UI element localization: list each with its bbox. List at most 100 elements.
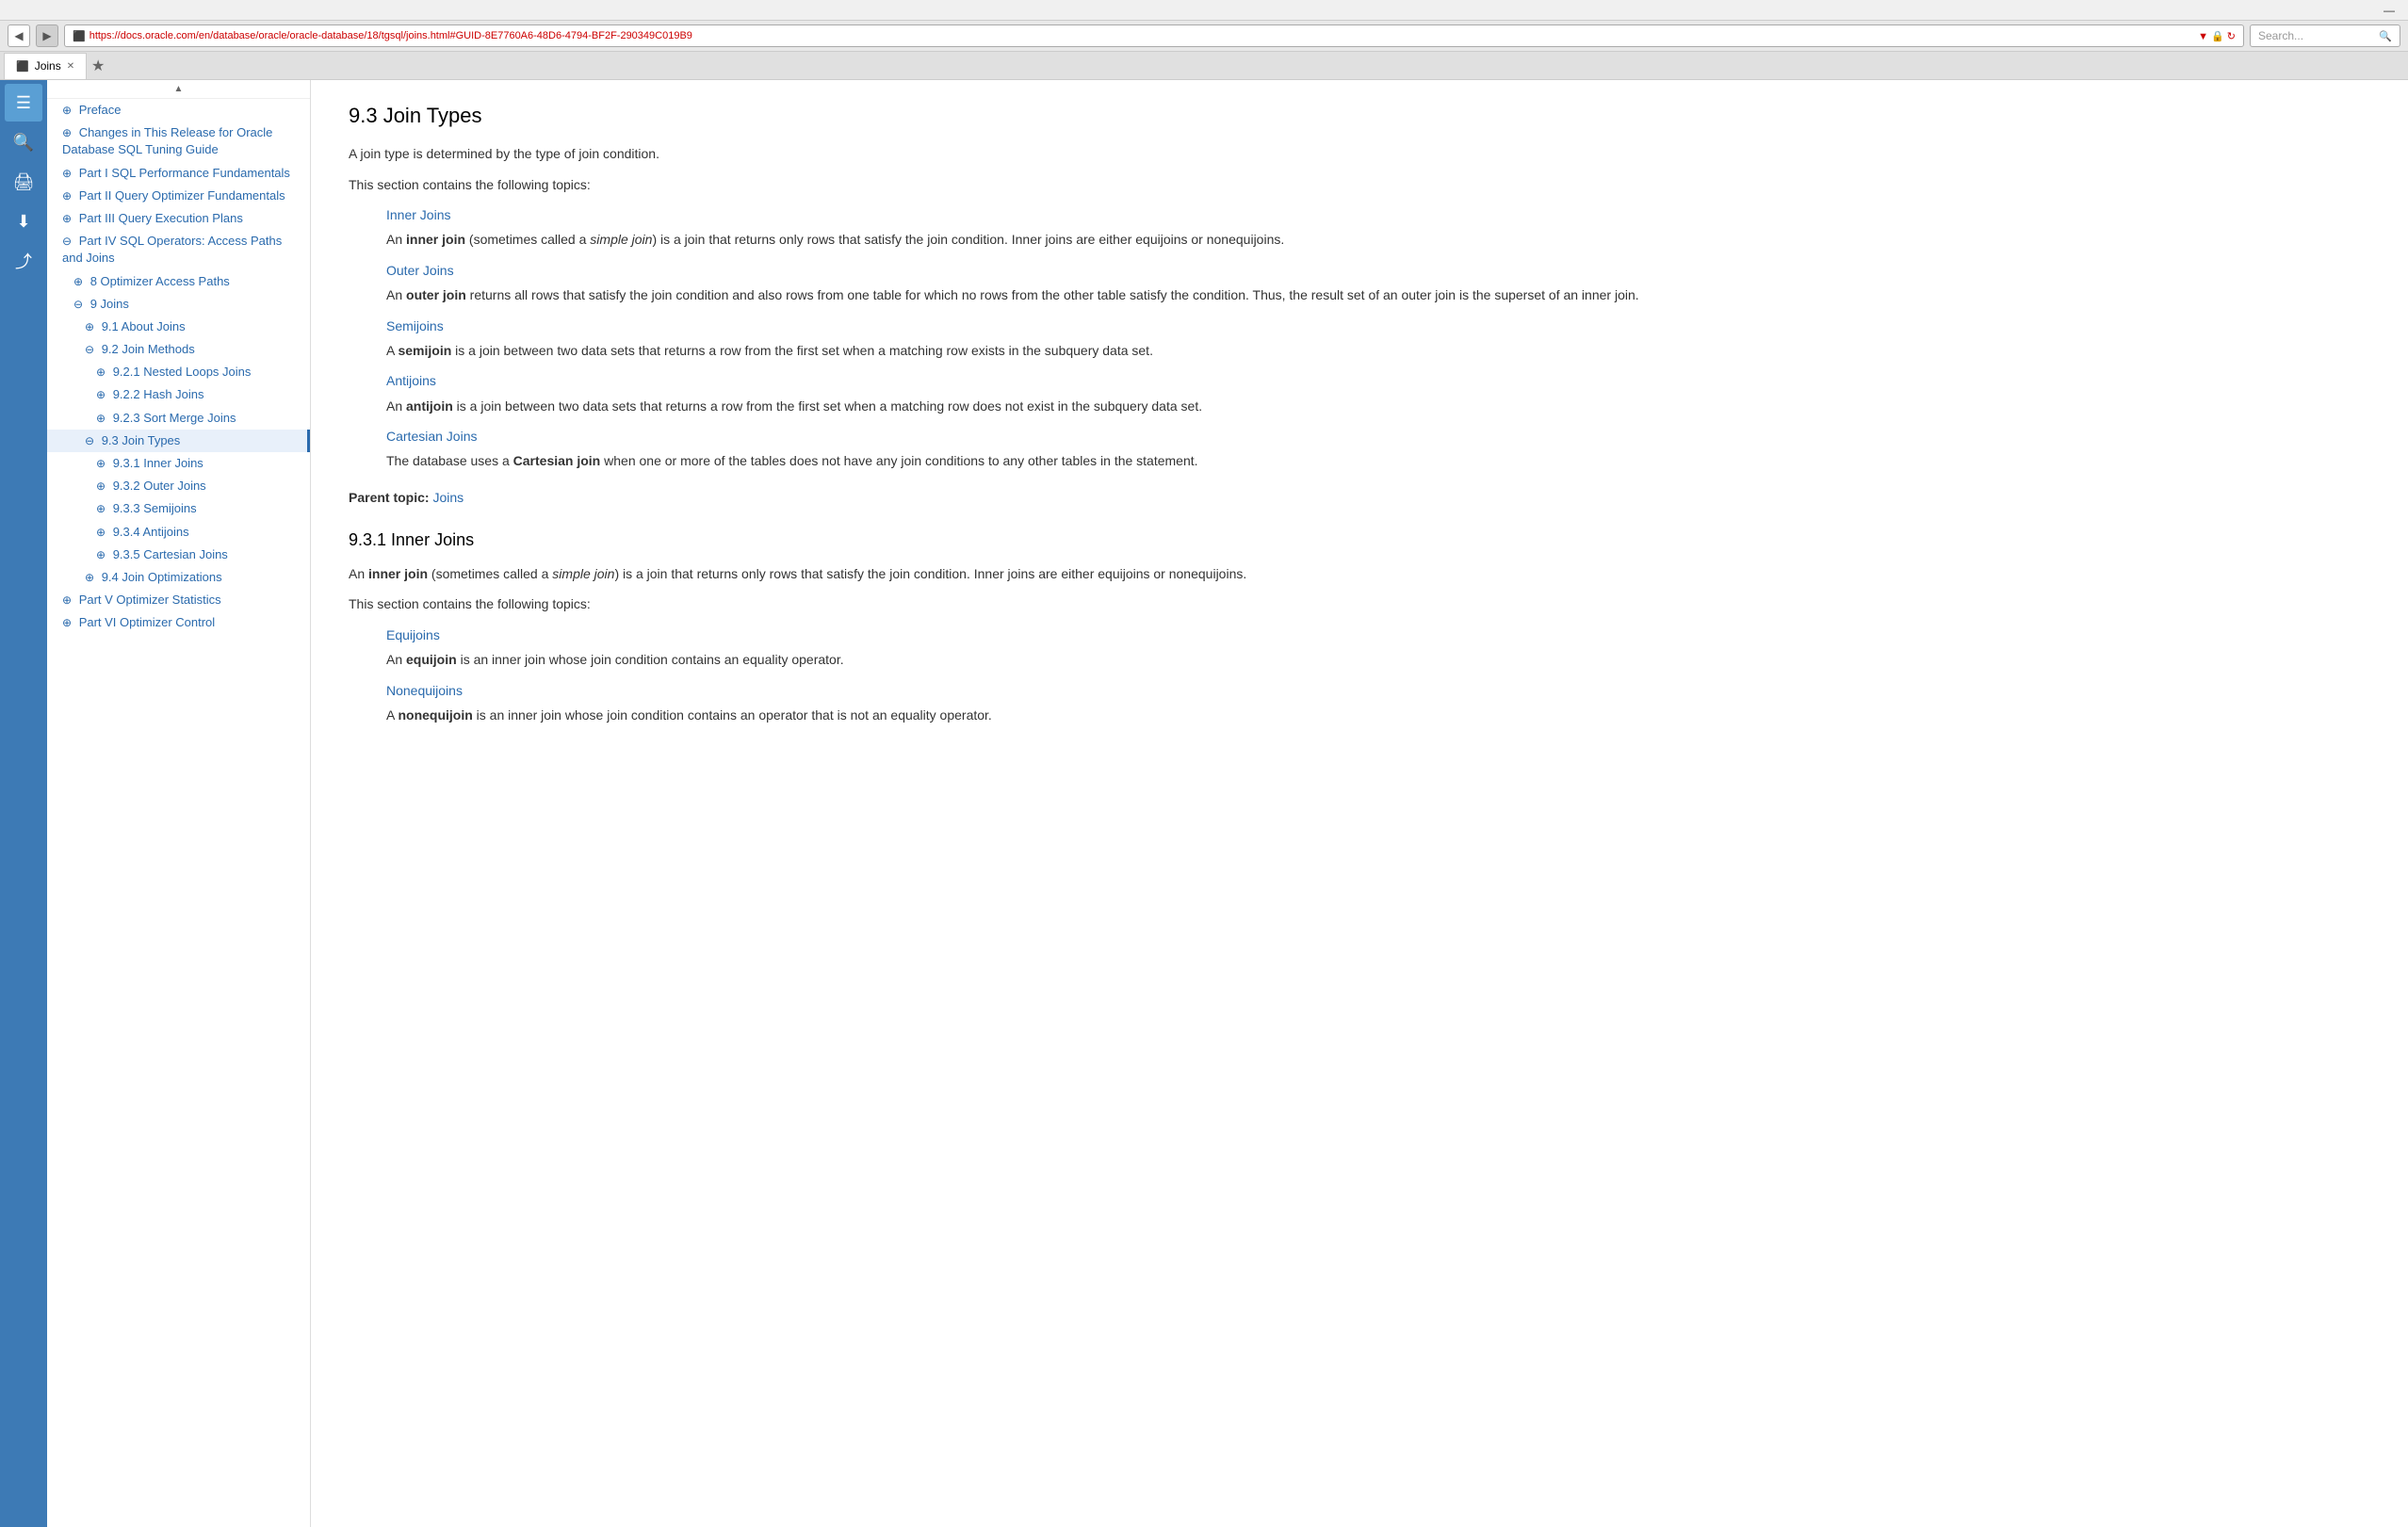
toc-link-sec92[interactable]: 9.2 Join Methods [102,342,195,356]
toc-item-sec931[interactable]: ⊕ 9.3.1 Inner Joins [47,452,310,475]
section-inner-joins: Inner Joins An inner join (sometimes cal… [386,204,2370,251]
toc-item-part6[interactable]: ⊕ Part VI Optimizer Control [47,611,310,634]
toc-item-sec923[interactable]: ⊕ 9.2.3 Sort Merge Joins [47,407,310,430]
toc-link-part6[interactable]: Part VI Optimizer Control [79,615,216,629]
toc-item-sec932[interactable]: ⊕ 9.3.2 Outer Joins [47,475,310,497]
plus-icon: ⊕ [62,593,72,607]
inner-joins-desc: An inner join (sometimes called a simple… [386,229,2370,250]
toc-link-part4[interactable]: Part IV SQL Operators: Access Paths and … [62,234,282,265]
toc-link-sec922[interactable]: 9.2.2 Hash Joins [113,387,204,401]
search-placeholder: Search... [2258,29,2303,42]
plus-icon: ⊕ [73,275,83,288]
toc-item-sec935[interactable]: ⊕ 9.3.5 Cartesian Joins [47,544,310,566]
forward-button[interactable]: ▶ [36,24,58,47]
toc-link-preface[interactable]: Preface [79,103,122,117]
minimize-btn[interactable]: — [2378,2,2400,19]
main-tab[interactable]: ⬛ Joins ✕ [4,53,87,79]
plus-icon: ⊕ [96,548,106,561]
search-icon[interactable]: 🔍 [2379,30,2392,42]
back-button[interactable]: ◀ [8,24,30,47]
subsection-intro: An inner join (sometimes called a simple… [349,563,2370,584]
toc-item-sec922[interactable]: ⊕ 9.2.2 Hash Joins [47,383,310,406]
toc-item-sec91[interactable]: ⊕ 9.1 About Joins [47,316,310,338]
toc-link-part1[interactable]: Part I SQL Performance Fundamentals [79,166,290,180]
plus-icon: ⊕ [62,189,72,203]
antijoins-link[interactable]: Antijoins [386,370,2370,391]
subsection-topics-intro: This section contains the following topi… [349,593,2370,614]
toc-item-part3[interactable]: ⊕ Part III Query Execution Plans [47,207,310,230]
toc-item-changes[interactable]: ⊕ Changes in This Release for Oracle Dat… [47,122,310,161]
toc-item-part1[interactable]: ⊕ Part I SQL Performance Fundamentals [47,162,310,185]
plus-icon: ⊕ [62,104,72,117]
toc-link-changes[interactable]: Changes in This Release for Oracle Datab… [62,125,272,156]
toc-item-sec933[interactable]: ⊕ 9.3.3 Semijoins [47,497,310,520]
toc-link-sec94[interactable]: 9.4 Join Optimizations [102,570,222,584]
toc-item-sec934[interactable]: ⊕ 9.3.4 Antijoins [47,521,310,544]
toc-item-part5[interactable]: ⊕ Part V Optimizer Statistics [47,589,310,611]
toc-item-sec93[interactable]: ⊖ 9.3 Join Types [47,430,310,452]
antijoins-desc: An antijoin is a join between two data s… [386,396,2370,416]
toc-item-sec94[interactable]: ⊕ 9.4 Join Optimizations [47,566,310,589]
print-icon-btn[interactable]: 🖨 [5,163,42,201]
toc-link-ch9[interactable]: 9 Joins [90,297,129,311]
toc-scroll-up[interactable]: ▲ [47,80,310,99]
address-bar[interactable]: ⬛ https://docs.oracle.com/en/database/or… [64,24,2244,47]
toc-link-part3[interactable]: Part III Query Execution Plans [79,211,243,225]
toc-item-ch9[interactable]: ⊖ 9 Joins [47,293,310,316]
equijoins-link[interactable]: Equijoins [386,625,2370,645]
toc-link-sec934[interactable]: 9.3.4 Antijoins [113,525,189,539]
minus-icon: ⊖ [62,235,72,248]
minus-icon: ⊖ [85,434,94,447]
toc-link-sec91[interactable]: 9.1 About Joins [102,319,186,333]
share-icon-btn[interactable]: ⤴ [5,242,42,280]
main-layout: ☰ 🔍 🖨 ⬇ ⤴ ▲ ⊕ Preface ⊕ Changes in This … [0,80,2408,1527]
subsection-title: 9.3.1 Inner Joins [349,527,2370,554]
toc-link-sec93[interactable]: 9.3 Join Types [102,433,181,447]
menu-icon-btn[interactable]: ☰ [5,84,42,122]
nonequijoins-link[interactable]: Nonequijoins [386,680,2370,701]
search-icon-btn[interactable]: 🔍 [5,123,42,161]
address-icons: ▼ 🔒 ↻ [2198,30,2236,42]
toc-link-sec933[interactable]: 9.3.3 Semijoins [113,501,197,515]
title-bar: — [0,0,2408,21]
download-icon-btn[interactable]: ⬇ [5,203,42,240]
section-equijoins: Equijoins An equijoin is an inner join w… [386,625,2370,671]
nonequijoins-desc: A nonequijoin is an inner join whose joi… [386,705,2370,725]
toc-item-part2[interactable]: ⊕ Part II Query Optimizer Fundamentals [47,185,310,207]
toc-link-sec921[interactable]: 9.2.1 Nested Loops Joins [113,365,252,379]
inner-joins-link[interactable]: Inner Joins [386,204,2370,225]
plus-icon: ⊕ [96,412,106,425]
toc-item-sec921[interactable]: ⊕ 9.2.1 Nested Loops Joins [47,361,310,383]
toc-item-ch8[interactable]: ⊕ 8 Optimizer Access Paths [47,270,310,293]
cartesian-joins-desc: The database uses a Cartesian join when … [386,450,2370,471]
toc-panel: ▲ ⊕ Preface ⊕ Changes in This Release fo… [47,80,311,1527]
toc-item-sec92[interactable]: ⊖ 9.2 Join Methods [47,338,310,361]
parent-topic-link[interactable]: Joins [432,490,464,505]
minus-icon: ⊖ [73,298,83,311]
plus-icon: ⊕ [85,571,94,584]
tab-label: Joins [35,59,61,73]
sidebar-icons: ☰ 🔍 🖨 ⬇ ⤴ [0,80,47,1527]
outer-joins-link[interactable]: Outer Joins [386,260,2370,281]
search-bar[interactable]: Search... 🔍 [2250,24,2400,47]
toc-link-sec931[interactable]: 9.3.1 Inner Joins [113,456,203,470]
toc-link-ch8[interactable]: 8 Optimizer Access Paths [90,274,230,288]
toc-link-part5[interactable]: Part V Optimizer Statistics [79,593,221,607]
browser-chrome: ◀ ▶ ⬛ https://docs.oracle.com/en/databas… [0,21,2408,52]
toc-item-preface[interactable]: ⊕ Preface [47,99,310,122]
section-nonequijoins: Nonequijoins A nonequijoin is an inner j… [386,680,2370,726]
toc-link-sec935[interactable]: 9.3.5 Cartesian Joins [113,547,228,561]
toc-item-part4[interactable]: ⊖ Part IV SQL Operators: Access Paths an… [47,230,310,269]
toc-link-part2[interactable]: Part II Query Optimizer Fundamentals [79,188,285,203]
parent-topic-label: Parent topic: [349,490,430,505]
plus-icon: ⊕ [96,457,106,470]
semijoins-link[interactable]: Semijoins [386,316,2370,336]
minus-icon: ⊖ [85,343,94,356]
tab-close-button[interactable]: ✕ [67,61,74,72]
new-tab-button[interactable]: ★ [87,55,109,77]
toc-link-sec923[interactable]: 9.2.3 Sort Merge Joins [113,411,236,425]
toc-link-sec932[interactable]: 9.3.2 Outer Joins [113,479,206,493]
section-outer-joins: Outer Joins An outer join returns all ro… [386,260,2370,306]
section-semijoins: Semijoins A semijoin is a join between t… [386,316,2370,362]
cartesian-joins-link[interactable]: Cartesian Joins [386,426,2370,447]
